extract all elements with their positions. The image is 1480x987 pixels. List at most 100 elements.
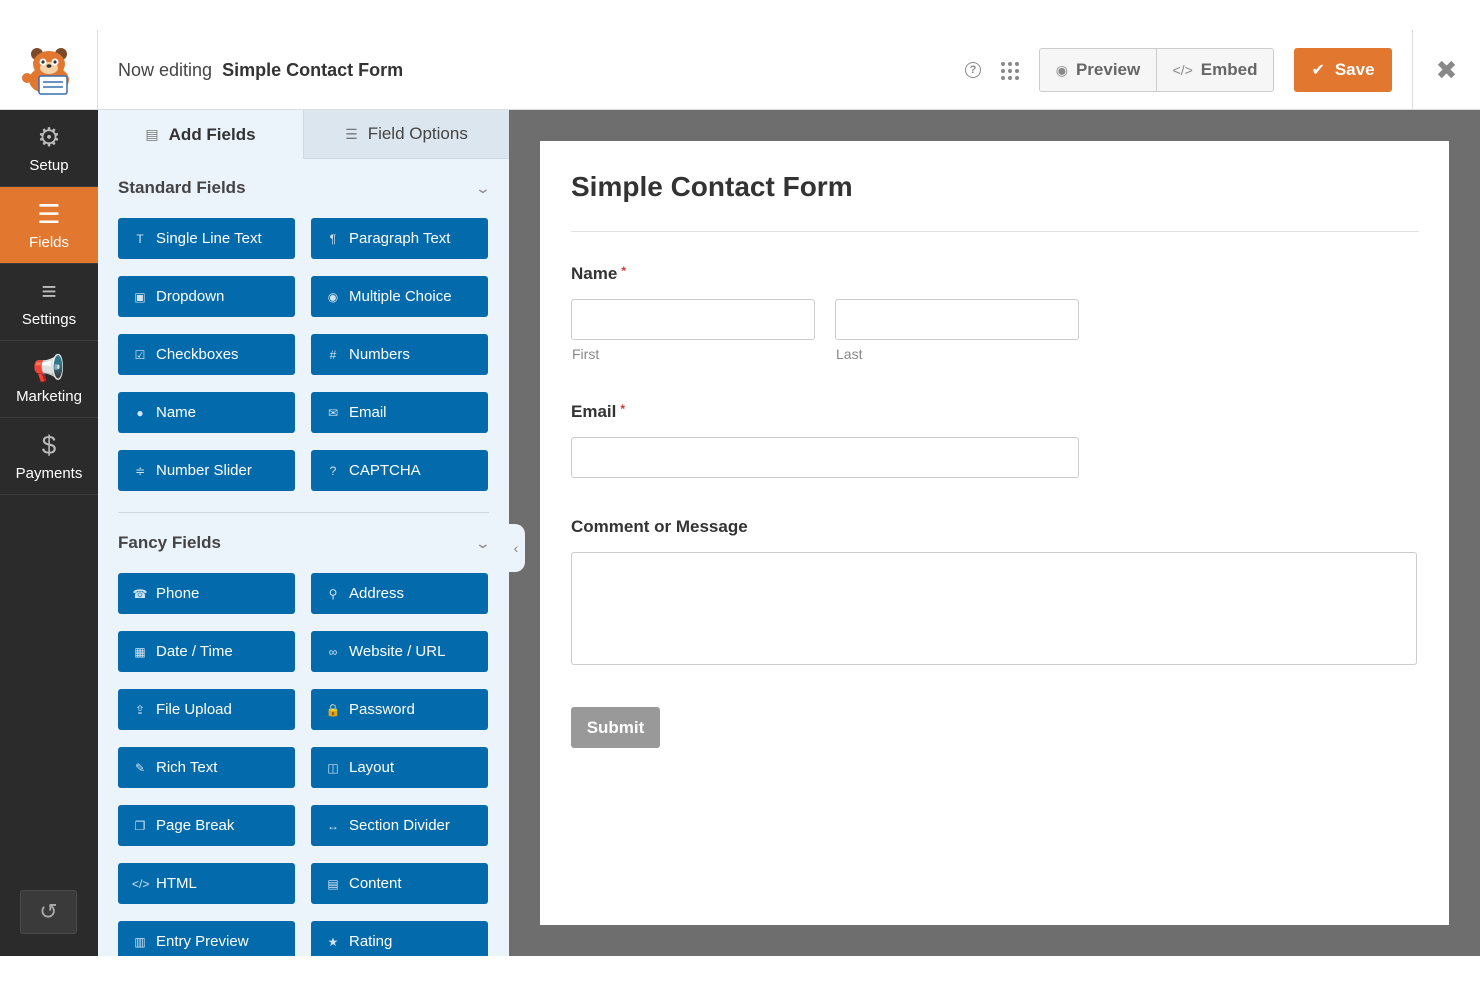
field-button-dropdown[interactable]: ▣ Dropdown: [118, 276, 295, 317]
comment-field-label[interactable]: Comment or Message: [571, 517, 748, 537]
field-button-name[interactable]: ● Name: [118, 392, 295, 433]
panel-tabs: ▤ Add Fields ☰ Field Options: [98, 110, 509, 159]
field-button-numbers[interactable]: # Numbers: [311, 334, 488, 375]
field-button-checkboxes[interactable]: ☑ Checkboxes: [118, 334, 295, 375]
form-title-divider: [571, 231, 1419, 232]
link-icon: ∞: [328, 644, 338, 659]
apps-grid-icon[interactable]: [1001, 62, 1019, 80]
field-button-multiple-choice[interactable]: ◉ Multiple Choice: [311, 276, 488, 317]
field-button-date-time[interactable]: ▦ Date / Time: [118, 631, 295, 672]
close-button[interactable]: ✖: [1412, 30, 1480, 110]
dropdown-icon: ▣: [134, 289, 146, 304]
field-button-captcha[interactable]: ? CAPTCHA: [311, 450, 488, 491]
wpforms-bear-logo-icon: [21, 48, 69, 95]
name-label-text: Name: [571, 264, 618, 283]
columns-icon: ◫: [327, 760, 339, 775]
sidebar-item-label: Fields: [28, 233, 69, 251]
star-icon: ★: [327, 934, 339, 949]
field-button-rating[interactable]: ★ Rating: [311, 921, 488, 956]
comment-textarea[interactable]: [571, 552, 1417, 665]
embed-button-label: Embed: [1200, 60, 1258, 79]
chevron-down-icon[interactable]: ⌄: [475, 180, 491, 197]
field-button-entry-preview[interactable]: ▥ Entry Preview: [118, 921, 295, 956]
edit-icon: ✎: [134, 760, 146, 775]
tab-add-fields[interactable]: ▤ Add Fields: [98, 110, 303, 159]
field-button-single-line-text[interactable]: T Single Line Text: [118, 218, 295, 259]
field-button-email[interactable]: ✉ Email: [311, 392, 488, 433]
sliders-icon: ≡: [41, 275, 57, 306]
field-button-paragraph-text[interactable]: ¶ Paragraph Text: [311, 218, 488, 259]
last-sublabel: Last: [836, 346, 863, 362]
field-button-label: Page Break: [156, 817, 235, 834]
field-button-rich-text[interactable]: ✎ Rich Text: [118, 747, 295, 788]
form-name: Simple Contact Form: [222, 59, 404, 80]
form-title: Simple Contact Form: [571, 171, 853, 202]
field-button-label: Dropdown: [156, 288, 225, 305]
field-button-label: Address: [349, 585, 405, 602]
revisions-history-button[interactable]: ↺: [20, 890, 77, 934]
field-button-label: Date / Time: [156, 643, 233, 660]
field-button-label: Password: [349, 701, 415, 718]
field-button-phone[interactable]: ☎ Phone: [118, 573, 295, 614]
fancy-fields-title: Fancy Fields: [118, 533, 221, 552]
paragraph-icon: ¶: [329, 231, 337, 246]
field-button-layout[interactable]: ◫ Layout: [311, 747, 488, 788]
chevron-down-icon[interactable]: ⌄: [475, 535, 491, 552]
embed-button[interactable]: </> Embed: [1156, 49, 1273, 91]
standard-fields-header[interactable]: Standard Fields ⌄: [118, 178, 491, 198]
email-field-label[interactable]: Email *: [571, 402, 625, 422]
field-button-file-upload[interactable]: ⇪ File Upload: [118, 689, 295, 730]
last-name-input[interactable]: [835, 299, 1079, 340]
collapse-panel-button[interactable]: ‹: [507, 524, 525, 572]
sidebar-item-settings[interactable]: ≡ Settings: [0, 264, 98, 341]
checkbox-icon: ☑: [134, 347, 146, 362]
save-button[interactable]: ✔ Save: [1294, 48, 1392, 92]
field-button-label: Numbers: [349, 346, 410, 363]
check-icon: ✔: [1311, 62, 1325, 79]
field-button-section-divider[interactable]: ↔ Section Divider: [311, 805, 488, 846]
help-icon[interactable]: ?: [965, 62, 981, 78]
megaphone-icon: 📢: [32, 352, 66, 383]
field-button-content[interactable]: ▤ Content: [311, 863, 488, 904]
sidebar-item-marketing[interactable]: 📢 Marketing: [0, 341, 98, 418]
copy-icon: ❐: [134, 818, 146, 833]
save-button-label: Save: [1334, 60, 1375, 79]
sidebar-item-label: Payments: [15, 464, 83, 482]
question-circle-icon: ?: [329, 463, 337, 478]
sidebar-item-payments[interactable]: $ Payments: [0, 418, 98, 495]
fancy-fields-header[interactable]: Fancy Fields ⌄: [118, 533, 491, 553]
lock-icon: 🔒: [325, 702, 341, 717]
sidebar-item-fields[interactable]: ☰ Fields: [0, 187, 98, 264]
sidebar-item-setup[interactable]: ⚙ Setup: [0, 110, 98, 187]
now-editing-label: Now editing: [118, 59, 213, 80]
field-button-website-url[interactable]: ∞ Website / URL: [311, 631, 488, 672]
field-button-password[interactable]: 🔒 Password: [311, 689, 488, 730]
map-pin-icon: ⚲: [328, 586, 338, 601]
field-button-page-break[interactable]: ❐ Page Break: [118, 805, 295, 846]
field-button-address[interactable]: ⚲ Address: [311, 573, 488, 614]
submit-button[interactable]: Submit: [571, 707, 660, 748]
text-cursor-icon: T: [136, 231, 144, 246]
preview-embed-group: ◉ Preview </> Embed: [1039, 48, 1274, 92]
email-input[interactable]: [571, 437, 1079, 478]
field-button-label: Entry Preview: [156, 933, 249, 950]
preview-button-label: Preview: [1075, 60, 1141, 79]
preview-button[interactable]: ◉ Preview: [1040, 49, 1156, 91]
code-icon: </>: [132, 876, 150, 891]
close-icon: ✖: [1435, 54, 1458, 85]
first-name-input[interactable]: [571, 299, 815, 340]
field-button-label: Phone: [156, 585, 200, 602]
field-button-label: Number Slider: [156, 462, 252, 479]
top-bar: Now editing Simple Contact Form ? ◉ Prev…: [0, 30, 1480, 110]
phone-icon: ☎: [132, 586, 148, 601]
field-button-label: CAPTCHA: [349, 462, 421, 479]
tab-field-options[interactable]: ☰ Field Options: [303, 110, 509, 159]
left-nav: ⚙ Setup ☰ Fields ≡ Settings 📢 Marketing $ Payment…: [0, 110, 98, 956]
name-field-label[interactable]: Name *: [571, 264, 626, 284]
calendar-icon: ▦: [134, 644, 146, 659]
field-button-html[interactable]: </> HTML: [118, 863, 295, 904]
eye-icon: ◉: [1055, 61, 1068, 78]
field-button-number-slider[interactable]: ≑ Number Slider: [118, 450, 295, 491]
logo-cell: [0, 30, 98, 110]
sidebar-item-label: Settings: [21, 310, 77, 328]
